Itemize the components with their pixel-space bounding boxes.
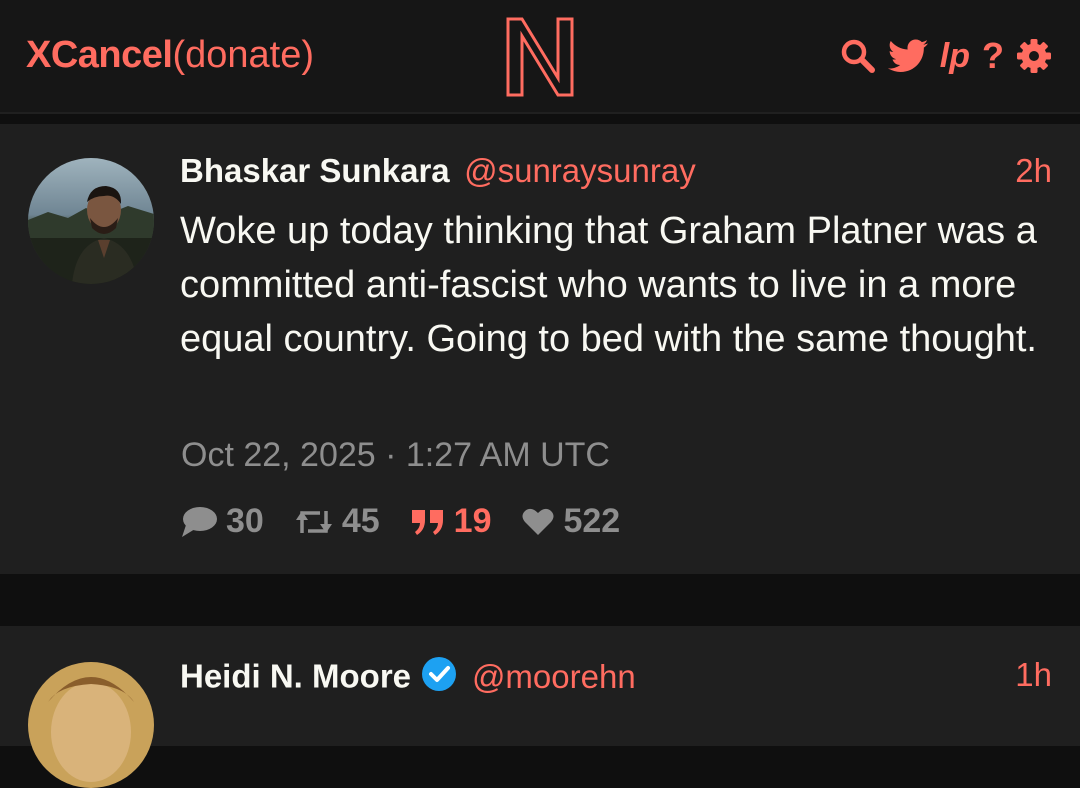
- tweet-stats: 30 45 19 522: [180, 502, 650, 541]
- likes-stat: 522: [521, 502, 620, 541]
- heart-icon: [522, 508, 554, 535]
- likes-count: 522: [563, 502, 621, 540]
- tweet-header: Heidi N. Moore @moorehn 1h: [180, 656, 1052, 700]
- twitter-bird-icon[interactable]: [887, 36, 928, 76]
- fullname[interactable]: Bhaskar Sunkara: [180, 152, 450, 189]
- tweet[interactable]: Heidi N. Moore @moorehn 1h: [0, 626, 1080, 788]
- tweet-content: Woke up today thinking that Graham Platn…: [180, 210, 1037, 360]
- tweet-date[interactable]: 2h: [1015, 152, 1052, 190]
- nav-icons: lp ?: [840, 34, 1052, 78]
- quotes-count[interactable]: 19: [454, 502, 492, 541]
- navbar: XCancel(donate) lp ?: [0, 0, 1080, 114]
- retweets-count: 45: [341, 502, 380, 540]
- verified-badge-icon: [421, 656, 457, 697]
- tweet-header: Bhaskar Sunkara @sunraysunray 2h: [180, 152, 1052, 196]
- nitter-logo[interactable]: [505, 16, 575, 98]
- quote-icon: [411, 509, 443, 535]
- avatar[interactable]: [28, 662, 154, 788]
- tweet-date[interactable]: 1h: [1015, 656, 1052, 694]
- retweet-icon: [295, 510, 332, 533]
- donate-link[interactable]: (donate): [172, 34, 314, 76]
- tweet[interactable]: Bhaskar Sunkara @sunraysunray 2h Woke up…: [0, 124, 1080, 574]
- comment-icon: [182, 506, 217, 537]
- fullname[interactable]: Heidi N. Moore: [180, 658, 411, 695]
- quotes-stat[interactable]: 19: [410, 502, 492, 541]
- home-link[interactable]: XCancel: [26, 34, 173, 76]
- liberapay-icon[interactable]: lp: [940, 36, 970, 76]
- brand: XCancel(donate): [26, 32, 314, 78]
- avatar[interactable]: [28, 158, 154, 284]
- tweet-published: Oct 22, 2025 · 1:27 AM UTC: [181, 436, 610, 474]
- settings-gear-icon[interactable]: [1016, 36, 1052, 76]
- search-icon[interactable]: [840, 36, 876, 76]
- help-icon[interactable]: ?: [982, 36, 1004, 76]
- retweets-stat: 45: [294, 502, 380, 541]
- replies-stat: 30: [180, 502, 264, 541]
- username[interactable]: @sunraysunray: [464, 152, 696, 189]
- username[interactable]: @moorehn: [472, 658, 636, 695]
- replies-count: 30: [226, 502, 264, 540]
